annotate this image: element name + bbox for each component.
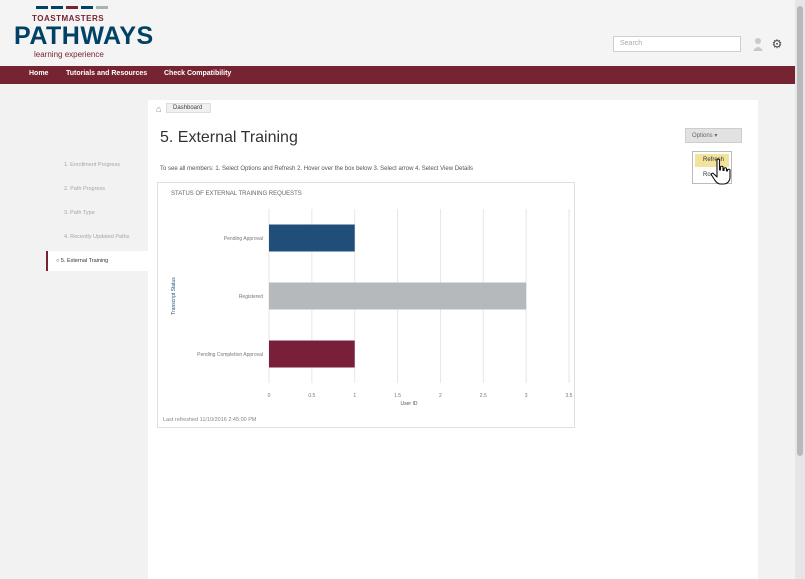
x-tick-label: 2	[439, 393, 442, 399]
logo-sub-text: learning experience	[34, 50, 104, 59]
home-icon[interactable]: ⌂	[156, 104, 161, 114]
category-label: Pending Completion Approval	[197, 352, 263, 358]
nav-check-compatibility[interactable]: Check Compatibility	[164, 70, 231, 77]
page-title: 5. External Training	[160, 129, 298, 146]
x-tick-label: 0	[268, 393, 271, 399]
main-nav: Home Tutorials and Resources Check Compa…	[0, 66, 795, 84]
bar	[269, 282, 527, 310]
x-tick-label: 1	[353, 393, 356, 399]
options-button[interactable]: Options ▾	[685, 128, 742, 143]
chevron-down-icon: ▾	[714, 133, 718, 139]
x-tick-label: 0.5	[308, 393, 315, 399]
browser-viewport: TOASTMASTERS PATHWAYS learning experienc…	[0, 0, 795, 579]
logo-main-text: PATHWAYS	[14, 22, 154, 50]
sidebar-item-recently-updated[interactable]: 4. Recently Updated Paths	[46, 227, 148, 247]
bar	[269, 224, 355, 252]
sidebar-item-path-progress[interactable]: 2. Path Progress	[46, 179, 148, 199]
sidebar-item-label: 5. External Training	[60, 258, 109, 264]
x-tick-label: 1.5	[394, 393, 401, 399]
instructions-text: To see all members: 1. Select Options an…	[160, 166, 474, 172]
sidebar-item-path-type[interactable]: 3. Path Type	[46, 203, 148, 223]
nav-home[interactable]: Home	[29, 70, 48, 77]
hand-cursor-icon	[710, 158, 731, 185]
user-icon[interactable]	[752, 36, 764, 52]
last-refreshed-text: Last refreshed 11/10/2016 2:45:00 PM	[163, 417, 257, 423]
scrollbar-thumb[interactable]	[797, 6, 803, 456]
search-input[interactable]: Search	[613, 36, 741, 52]
x-tick-label: 3.5	[566, 393, 573, 399]
pathways-logo[interactable]: TOASTMASTERS PATHWAYS learning experienc…	[14, 6, 154, 62]
gear-icon[interactable]: ⚙	[770, 36, 784, 52]
bar-chart[interactable]: 0 0.5 1 1.5 2 2.5 3 3.5 Pending Approval Register…	[158, 183, 576, 429]
logo-stripes	[36, 6, 108, 9]
bar	[269, 340, 355, 368]
x-tick-label: 3	[525, 393, 528, 399]
x-axis-label: User ID	[401, 401, 418, 407]
site-header: TOASTMASTERS PATHWAYS learning experienc…	[0, 0, 795, 66]
sidebar-item-enrollment-progress[interactable]: 1. Enrollment Progress	[46, 155, 148, 175]
breadcrumb[interactable]: Dashboard	[166, 103, 212, 113]
category-label: Pending Approval	[224, 236, 263, 242]
options-label: Options	[692, 133, 713, 139]
category-label: Registered	[239, 294, 263, 300]
nav-tutorials[interactable]: Tutorials and Resources	[66, 70, 147, 77]
main-panel: ⌂ Dashboard 5. External Training Options…	[148, 100, 758, 579]
x-tick-label: 2.5	[480, 393, 487, 399]
chart-card[interactable]: STATUS OF EXTERNAL TRAINING REQUESTS 0 0.…	[157, 182, 575, 428]
y-axis-label: Transcript Status	[171, 277, 177, 315]
sidebar-item-external-training[interactable]: ○ 5. External Training	[46, 251, 148, 271]
